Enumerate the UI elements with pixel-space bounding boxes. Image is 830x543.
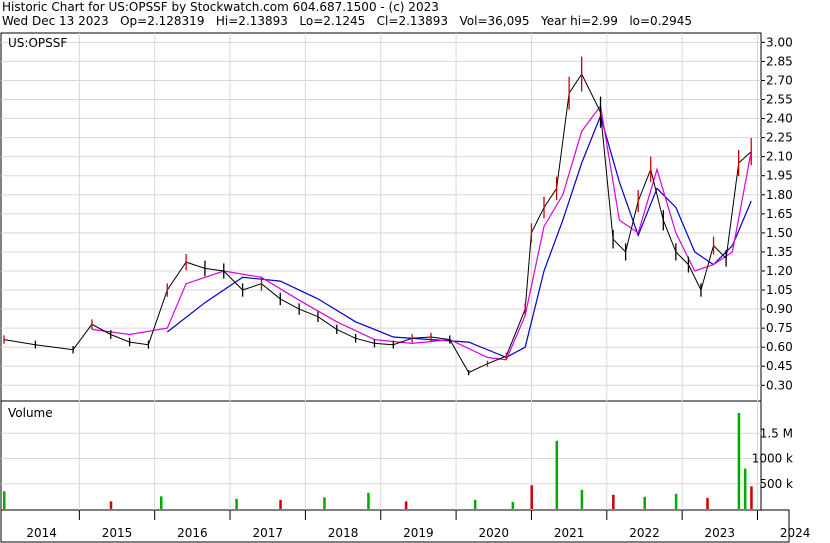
volume-bar [530, 485, 533, 509]
year-tick-label: 2023 [705, 526, 736, 540]
price-axis-ticks: 3.00 2.85 2.70 2.55 2.40 2.25 2.10 1.95 1.80 1.65… [761, 35, 793, 392]
volume-bar [674, 493, 678, 509]
price-tick-label: 1.80 [766, 188, 793, 202]
volume-bar [511, 501, 515, 509]
price-tick-label: 1.65 [766, 207, 793, 221]
price-tick-label: 3.00 [766, 35, 793, 49]
price-tick-label: 0.45 [766, 359, 793, 373]
year-tick-label: 2016 [177, 526, 208, 540]
volume-bar [743, 468, 747, 509]
volume-bar [473, 499, 477, 509]
volume-bar [3, 491, 6, 509]
volume-bar [612, 494, 615, 509]
volume-bar [235, 498, 238, 509]
price-tick-label: 1.95 [766, 169, 793, 183]
price-tick-label: 1.35 [766, 245, 793, 259]
price-tick-label: 0.75 [766, 321, 793, 335]
volume-tick-label: 1000 k [752, 452, 793, 466]
year-tick-label: 2019 [403, 526, 434, 540]
year-tick-label: 2017 [252, 526, 283, 540]
volume-tick-label: 1.5 M [760, 426, 793, 440]
price-tick-label: 1.05 [766, 283, 793, 297]
year-tick-label: 2018 [328, 526, 359, 540]
volume-panel-title: Volume [8, 406, 53, 420]
chart-canvas: 3.00 2.85 2.70 2.55 2.40 2.25 2.10 1.95 1.80 1.65… [0, 32, 811, 543]
volume-bar [109, 501, 113, 509]
price-tick-label: 2.40 [766, 112, 793, 126]
price-tick-label: 2.85 [766, 54, 793, 68]
price-tick-label: 2.10 [766, 150, 793, 164]
price-tick-label: 2.25 [766, 131, 793, 145]
volume-bar [323, 497, 326, 509]
volume-bar [706, 497, 709, 509]
year-tick-label: 2014 [26, 526, 57, 540]
price-tick-label: 2.70 [766, 73, 793, 87]
volume-tick-label: 500 k [759, 477, 793, 491]
volume-bar [750, 486, 753, 509]
year-tick-label: 2024 [780, 526, 811, 540]
volume-bar [580, 489, 584, 509]
price-tick-label: 1.50 [766, 226, 793, 240]
price-panel-title: US:OPSSF [8, 36, 67, 50]
volume-bar [367, 492, 370, 509]
volume-bar [159, 496, 163, 509]
chart-window: Historic Chart for US:OPSSF by Stockwatc… [0, 0, 830, 543]
year-tick-label: 2022 [629, 526, 660, 540]
price-tick-label: 0.30 [766, 378, 793, 392]
price-tick-label: 1.20 [766, 264, 793, 278]
price-tick-label: 0.90 [766, 302, 793, 316]
volume-bar [279, 499, 282, 509]
price-tick-label: 0.60 [766, 340, 793, 354]
year-tick-label: 2020 [478, 526, 509, 540]
volume-bar [737, 413, 741, 509]
price-tick-label: 2.55 [766, 93, 793, 107]
volume-bar [643, 496, 646, 509]
volume-bar [555, 440, 559, 509]
volume-bar [404, 501, 408, 509]
year-tick-label: 2015 [102, 526, 133, 540]
year-tick-label: 2021 [554, 526, 585, 540]
